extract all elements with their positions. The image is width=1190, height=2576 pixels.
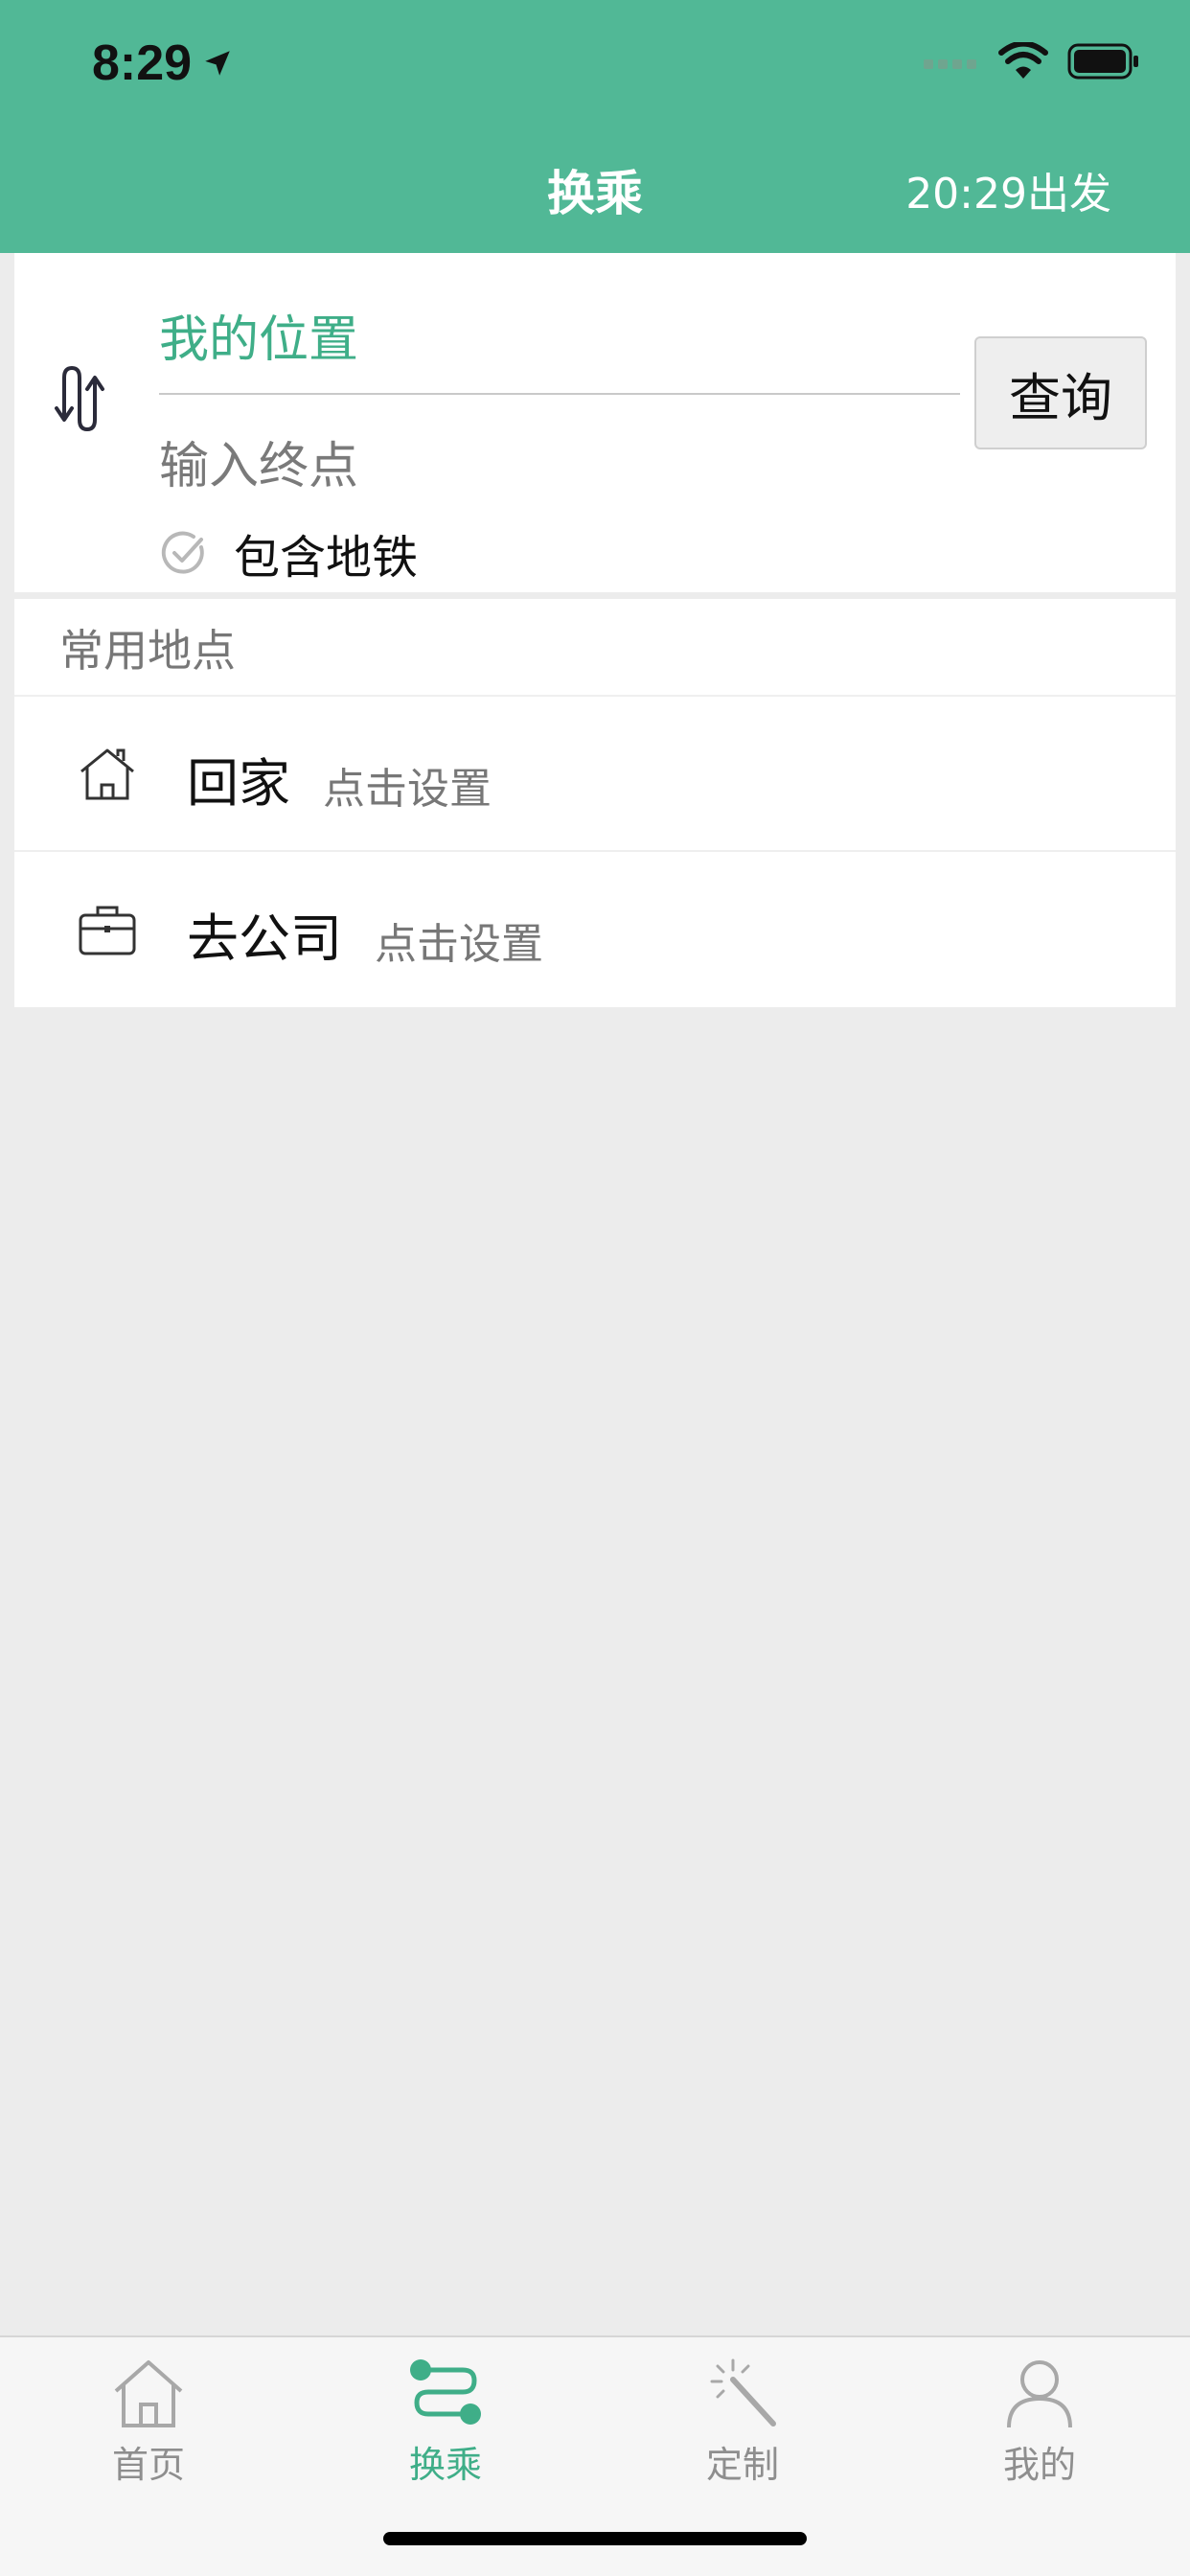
- status-time: 8:29: [92, 34, 234, 92]
- briefcase-icon: [79, 906, 136, 955]
- wifi-icon: [998, 42, 1048, 79]
- swap-icon[interactable]: [51, 360, 127, 437]
- location-arrow-icon: [205, 51, 230, 76]
- tab-custom[interactable]: 定制: [637, 2357, 848, 2500]
- cellular-signal-icon: [924, 59, 976, 69]
- place-hint: 点击设置: [323, 765, 492, 814]
- user-icon: [1007, 2360, 1072, 2428]
- route-icon: [410, 2359, 481, 2425]
- place-name: 回家: [187, 753, 290, 814]
- check-circle-icon: [161, 531, 204, 574]
- route-search-card: 我的位置 输入终点 包含地铁 查询: [14, 253, 1176, 592]
- home-indicator: [383, 2532, 807, 2545]
- field-divider: [159, 393, 960, 395]
- tab-home[interactable]: 首页: [43, 2357, 254, 2500]
- destination-field[interactable]: 输入终点: [159, 426, 358, 497]
- battery-icon: [1067, 43, 1138, 80]
- common-places-section: 常用地点 回家 点击设置 去公司 点击设置: [14, 599, 1176, 1007]
- place-hint: 点击设置: [375, 920, 543, 969]
- include-subway-label: 包含地铁: [234, 531, 419, 585]
- tab-profile[interactable]: 我的: [934, 2357, 1145, 2500]
- place-name: 去公司: [187, 908, 342, 969]
- house-icon: [80, 748, 134, 800]
- depart-time-button[interactable]: 20:29出发: [905, 159, 1111, 220]
- status-indicators: [924, 42, 1140, 80]
- place-row-office[interactable]: 去公司 点击设置: [14, 850, 1176, 1005]
- origin-field[interactable]: 我的位置: [159, 299, 358, 371]
- home-icon: [114, 2360, 183, 2427]
- common-places-title: 常用地点: [59, 625, 236, 677]
- nav-header: 8:29 换乘 20:29出发: [0, 0, 1190, 253]
- place-row-home[interactable]: 回家 点击设置: [14, 695, 1176, 850]
- query-button[interactable]: 查询: [974, 336, 1147, 449]
- include-subway-checkbox[interactable]: 包含地铁: [159, 519, 418, 586]
- tab-transfer[interactable]: 换乘: [340, 2357, 551, 2500]
- magic-wand-icon: [710, 2358, 776, 2426]
